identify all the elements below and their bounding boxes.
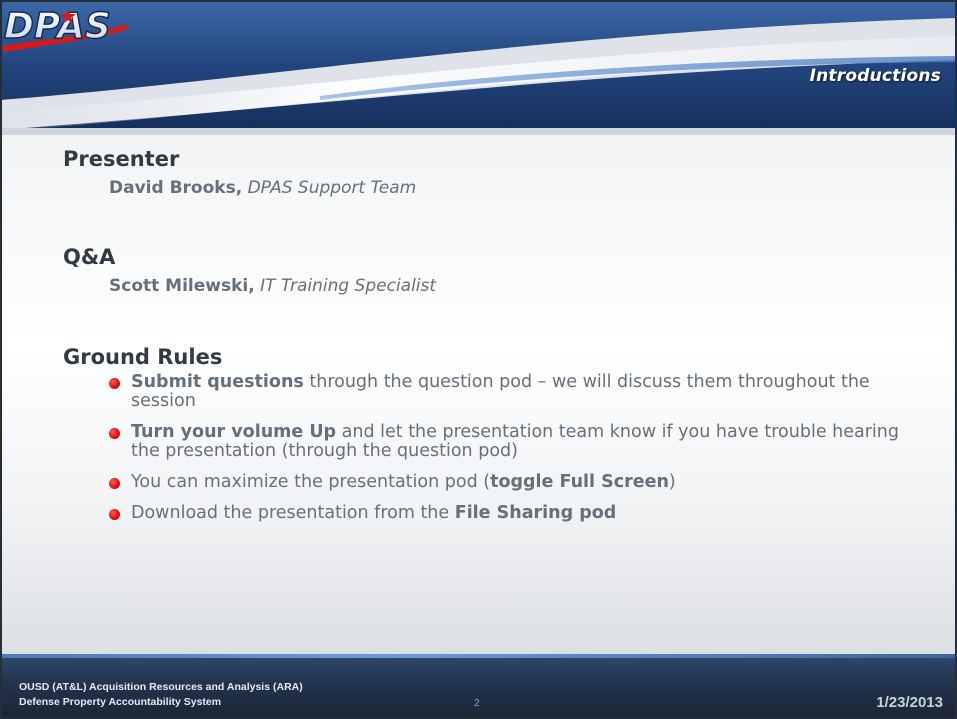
qa-block: Q&A Scott Milewski, IT Training Speciali… <box>63 245 436 296</box>
rule-lead: Submit questions <box>131 372 304 392</box>
ground-rules-list: Submit questions through the question po… <box>109 373 919 523</box>
footer-org-line-2: Defense Property Accountability System <box>19 696 222 708</box>
bullet-dot-icon <box>109 478 120 489</box>
rule-bold: File Sharing pod <box>454 503 617 523</box>
footer-date: 1/23/2013 <box>876 694 943 711</box>
qa-name: Scott Milewski, <box>109 276 255 296</box>
rule-text-pre: You can maximize the presentation pod ( <box>131 472 491 492</box>
presenter-role: DPAS Support Team <box>247 178 417 198</box>
footer-org-line-1: OUSD (AT&L) Acquisition Resources and An… <box>19 681 303 693</box>
rule-bold: toggle Full Screen <box>490 472 669 492</box>
dpas-logo: DPAS <box>2 5 128 52</box>
slide-header: DPAS Introductions <box>0 0 957 135</box>
qa-role: IT Training Specialist <box>260 276 437 296</box>
rule-lead: Turn your volume Up <box>131 422 337 442</box>
list-item: Submit questions through the question po… <box>109 373 919 411</box>
section-title: Introductions <box>809 66 941 86</box>
qa-heading: Q&A <box>63 245 116 269</box>
presenter-line: David Brooks, DPAS Support Team <box>109 178 416 198</box>
list-item: Download the presentation from the File … <box>109 504 919 523</box>
presentation-slide: DPAS Introductions Presenter David Brook… <box>0 0 957 719</box>
presenter-heading: Presenter <box>63 147 180 171</box>
qa-line: Scott Milewski, IT Training Specialist <box>109 276 436 296</box>
list-item: You can maximize the presentation pod (t… <box>109 473 919 492</box>
presenter-block: Presenter David Brooks, DPAS Support Tea… <box>63 147 416 198</box>
ground-rules-heading: Ground Rules <box>63 345 223 369</box>
rule-text-post: ) <box>668 472 676 492</box>
bullet-dot-icon <box>109 378 120 389</box>
list-item: Turn your volume Up and let the presenta… <box>109 423 919 461</box>
ground-rules-block: Ground Rules Submit questions through th… <box>63 345 943 535</box>
bullet-dot-icon <box>109 509 120 520</box>
rule-text-pre: Download the presentation from the <box>131 503 455 523</box>
presenter-name: David Brooks, <box>109 178 243 198</box>
logo-wordmark: DPAS <box>4 6 111 47</box>
bullet-dot-icon <box>109 428 120 439</box>
page-number: 2 <box>474 698 480 709</box>
slide-footer: OUSD (AT&L) Acquisition Resources and An… <box>0 654 957 719</box>
footer-accent-bar <box>0 654 957 658</box>
